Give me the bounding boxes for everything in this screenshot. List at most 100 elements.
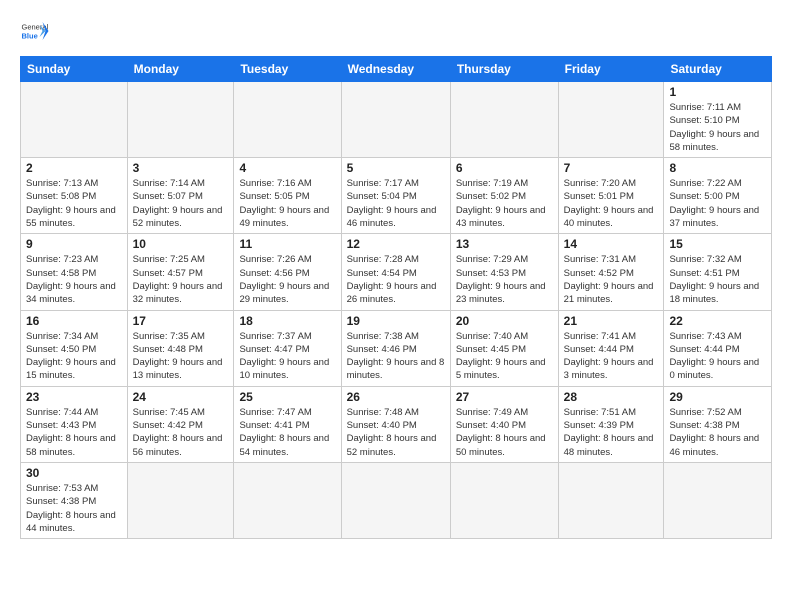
day-info: Sunrise: 7:31 AM Sunset: 4:52 PM Dayligh… — [564, 253, 659, 306]
calendar-cell — [450, 462, 558, 538]
calendar-cell — [664, 462, 772, 538]
calendar-cell: 17 Sunrise: 7:35 AM Sunset: 4:48 PM Dayli… — [127, 310, 234, 386]
day-number: 27 — [456, 390, 553, 404]
day-info: Sunrise: 7:40 AM Sunset: 4:45 PM Dayligh… — [456, 330, 553, 383]
day-number: 6 — [456, 161, 553, 175]
day-number: 8 — [669, 161, 766, 175]
calendar-week-1: 1 Sunrise: 7:11 AM Sunset: 5:10 PM Daylig… — [21, 82, 772, 158]
day-info: Sunrise: 7:44 AM Sunset: 4:43 PM Dayligh… — [26, 406, 122, 459]
logo: General Blue — [20, 16, 50, 46]
calendar-cell: 23 Sunrise: 7:44 AM Sunset: 4:43 PM Dayli… — [21, 386, 128, 462]
weekday-header-monday: Monday — [127, 57, 234, 82]
day-number: 28 — [564, 390, 659, 404]
calendar-cell: 18Sunrise: 7:37 AM Sunset: 4:47 PM Dayli… — [234, 310, 341, 386]
calendar-cell: 21Sunrise: 7:41 AM Sunset: 4:44 PM Dayli… — [558, 310, 664, 386]
day-number: 30 — [26, 466, 122, 480]
calendar-cell — [127, 462, 234, 538]
day-info: Sunrise: 7:47 AM Sunset: 4:41 PM Dayligh… — [239, 406, 335, 459]
day-info: Sunrise: 7:23 AM Sunset: 4:58 PM Dayligh… — [26, 253, 122, 306]
calendar-cell: 5 Sunrise: 7:17 AM Sunset: 5:04 PM Daylig… — [341, 158, 450, 234]
day-number: 10 — [133, 237, 229, 251]
calendar-cell: 22 Sunrise: 7:43 AM Sunset: 4:44 PM Dayli… — [664, 310, 772, 386]
day-info: Sunrise: 7:53 AM Sunset: 4:38 PM Dayligh… — [26, 482, 122, 535]
day-number: 7 — [564, 161, 659, 175]
day-number: 14 — [564, 237, 659, 251]
day-info: Sunrise: 7:48 AM Sunset: 4:40 PM Dayligh… — [347, 406, 445, 459]
day-number: 3 — [133, 161, 229, 175]
day-info: Sunrise: 7:13 AM Sunset: 5:08 PM Dayligh… — [26, 177, 122, 230]
svg-text:Blue: Blue — [22, 32, 38, 41]
calendar-cell — [341, 462, 450, 538]
calendar-cell: 27 Sunrise: 7:49 AM Sunset: 4:40 PM Dayli… — [450, 386, 558, 462]
calendar-week-3: 9Sunrise: 7:23 AM Sunset: 4:58 PM Daylig… — [21, 234, 772, 310]
calendar-cell: 26 Sunrise: 7:48 AM Sunset: 4:40 PM Dayli… — [341, 386, 450, 462]
day-number: 13 — [456, 237, 553, 251]
calendar-table: SundayMondayTuesdayWednesdayThursdayFrid… — [20, 56, 772, 539]
calendar-cell — [558, 82, 664, 158]
day-info: Sunrise: 7:19 AM Sunset: 5:02 PM Dayligh… — [456, 177, 553, 230]
day-info: Sunrise: 7:45 AM Sunset: 4:42 PM Dayligh… — [133, 406, 229, 459]
day-number: 22 — [669, 314, 766, 328]
weekday-header-tuesday: Tuesday — [234, 57, 341, 82]
weekday-header-wednesday: Wednesday — [341, 57, 450, 82]
day-number: 1 — [669, 85, 766, 99]
weekday-header-row: SundayMondayTuesdayWednesdayThursdayFrid… — [21, 57, 772, 82]
day-info: Sunrise: 7:29 AM Sunset: 4:53 PM Dayligh… — [456, 253, 553, 306]
day-info: Sunrise: 7:34 AM Sunset: 4:50 PM Dayligh… — [26, 330, 122, 383]
day-number: 17 — [133, 314, 229, 328]
calendar-cell: 20 Sunrise: 7:40 AM Sunset: 4:45 PM Dayli… — [450, 310, 558, 386]
calendar-cell: 3Sunrise: 7:14 AM Sunset: 5:07 PM Daylig… — [127, 158, 234, 234]
day-info: Sunrise: 7:11 AM Sunset: 5:10 PM Dayligh… — [669, 101, 766, 154]
day-number: 25 — [239, 390, 335, 404]
day-number: 5 — [347, 161, 445, 175]
calendar-cell — [21, 82, 128, 158]
day-info: Sunrise: 7:38 AM Sunset: 4:46 PM Dayligh… — [347, 330, 445, 383]
day-info: Sunrise: 7:22 AM Sunset: 5:00 PM Dayligh… — [669, 177, 766, 230]
calendar-cell: 24 Sunrise: 7:45 AM Sunset: 4:42 PM Dayli… — [127, 386, 234, 462]
calendar-cell: 11 Sunrise: 7:26 AM Sunset: 4:56 PM Dayli… — [234, 234, 341, 310]
day-info: Sunrise: 7:49 AM Sunset: 4:40 PM Dayligh… — [456, 406, 553, 459]
day-info: Sunrise: 7:26 AM Sunset: 4:56 PM Dayligh… — [239, 253, 335, 306]
day-info: Sunrise: 7:17 AM Sunset: 5:04 PM Dayligh… — [347, 177, 445, 230]
page: General Blue SundayMondayTuesdayWednesda… — [0, 0, 792, 612]
calendar-week-6: 30 Sunrise: 7:53 AM Sunset: 4:38 PM Dayli… — [21, 462, 772, 538]
calendar-week-4: 16 Sunrise: 7:34 AM Sunset: 4:50 PM Dayli… — [21, 310, 772, 386]
calendar-week-2: 2Sunrise: 7:13 AM Sunset: 5:08 PM Daylig… — [21, 158, 772, 234]
day-info: Sunrise: 7:51 AM Sunset: 4:39 PM Dayligh… — [564, 406, 659, 459]
day-number: 24 — [133, 390, 229, 404]
day-number: 23 — [26, 390, 122, 404]
calendar-cell: 9Sunrise: 7:23 AM Sunset: 4:58 PM Daylig… — [21, 234, 128, 310]
calendar-cell — [234, 462, 341, 538]
day-info: Sunrise: 7:28 AM Sunset: 4:54 PM Dayligh… — [347, 253, 445, 306]
day-number: 20 — [456, 314, 553, 328]
calendar-cell: 19Sunrise: 7:38 AM Sunset: 4:46 PM Dayli… — [341, 310, 450, 386]
calendar-cell — [234, 82, 341, 158]
calendar-cell: 2Sunrise: 7:13 AM Sunset: 5:08 PM Daylig… — [21, 158, 128, 234]
day-info: Sunrise: 7:35 AM Sunset: 4:48 PM Dayligh… — [133, 330, 229, 383]
calendar-cell: 28 Sunrise: 7:51 AM Sunset: 4:39 PM Dayli… — [558, 386, 664, 462]
calendar-cell: 25 Sunrise: 7:47 AM Sunset: 4:41 PM Dayli… — [234, 386, 341, 462]
calendar-cell: 13 Sunrise: 7:29 AM Sunset: 4:53 PM Dayli… — [450, 234, 558, 310]
day-number: 26 — [347, 390, 445, 404]
calendar-cell: 30 Sunrise: 7:53 AM Sunset: 4:38 PM Dayli… — [21, 462, 128, 538]
day-info: Sunrise: 7:16 AM Sunset: 5:05 PM Dayligh… — [239, 177, 335, 230]
calendar-cell: 29Sunrise: 7:52 AM Sunset: 4:38 PM Dayli… — [664, 386, 772, 462]
calendar-cell: 7 Sunrise: 7:20 AM Sunset: 5:01 PM Daylig… — [558, 158, 664, 234]
day-info: Sunrise: 7:25 AM Sunset: 4:57 PM Dayligh… — [133, 253, 229, 306]
calendar-cell: 15Sunrise: 7:32 AM Sunset: 4:51 PM Dayli… — [664, 234, 772, 310]
day-number: 12 — [347, 237, 445, 251]
header: General Blue — [20, 16, 772, 46]
day-number: 16 — [26, 314, 122, 328]
weekday-header-sunday: Sunday — [21, 57, 128, 82]
day-info: Sunrise: 7:43 AM Sunset: 4:44 PM Dayligh… — [669, 330, 766, 383]
calendar-cell: 4 Sunrise: 7:16 AM Sunset: 5:05 PM Daylig… — [234, 158, 341, 234]
calendar-cell: 8 Sunrise: 7:22 AM Sunset: 5:00 PM Daylig… — [664, 158, 772, 234]
calendar-cell: 1 Sunrise: 7:11 AM Sunset: 5:10 PM Daylig… — [664, 82, 772, 158]
calendar-cell — [450, 82, 558, 158]
day-info: Sunrise: 7:52 AM Sunset: 4:38 PM Dayligh… — [669, 406, 766, 459]
day-number: 11 — [239, 237, 335, 251]
weekday-header-saturday: Saturday — [664, 57, 772, 82]
day-info: Sunrise: 7:37 AM Sunset: 4:47 PM Dayligh… — [239, 330, 335, 383]
day-info: Sunrise: 7:20 AM Sunset: 5:01 PM Dayligh… — [564, 177, 659, 230]
day-number: 4 — [239, 161, 335, 175]
